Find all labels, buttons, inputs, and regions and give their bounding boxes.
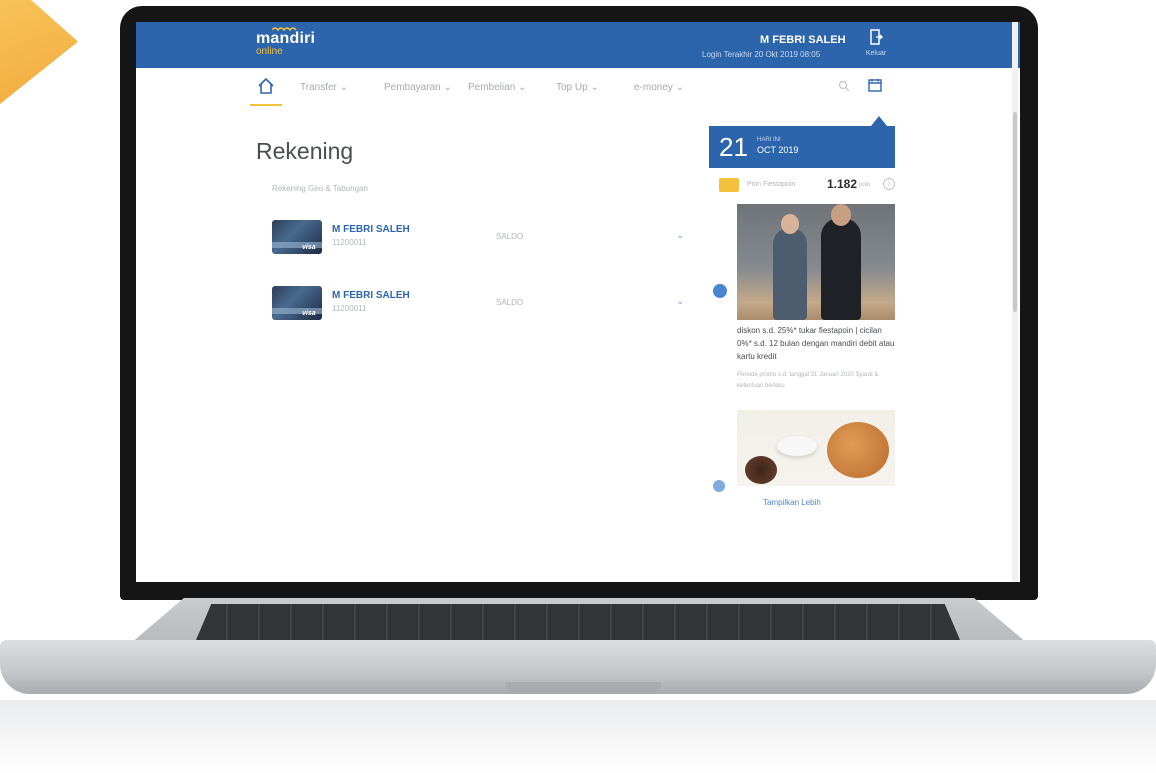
page-title: Rekening: [256, 138, 354, 164]
logout-label: Keluar: [865, 50, 887, 57]
calendar-icon[interactable]: [868, 78, 882, 92]
promo-figure-head: [781, 214, 799, 234]
card-brand: visa: [302, 244, 316, 251]
logo-waves-icon: [272, 27, 297, 32]
laptop-notch: [505, 682, 661, 692]
promo-text[interactable]: diskon s.d. 25%* tukar fiestapoin | cici…: [737, 324, 895, 363]
page-subtitle: Rekening Giro & Tabungan: [272, 184, 368, 193]
account-number: 11200011: [332, 304, 367, 313]
nav-top-up[interactable]: Top Up ⌄: [556, 82, 599, 93]
promo-figure-head: [831, 204, 851, 226]
date-day: 21: [719, 132, 748, 162]
decorative-triangle: [0, 0, 78, 104]
date-label: HARI INI: [757, 137, 781, 143]
date-month: OCT 2019: [757, 145, 799, 155]
scrollbar-thumb[interactable]: [1013, 112, 1017, 312]
nav-transfer[interactable]: Transfer ⌄: [300, 82, 348, 93]
show-more-link[interactable]: Tampilkan Lebih: [763, 498, 821, 507]
nav-pembelian[interactable]: Pembelian ⌄: [468, 82, 526, 93]
reflection: [0, 700, 1156, 773]
logout-icon: [870, 29, 883, 45]
points-badge-icon: [719, 178, 739, 192]
sidebar: 21 HARI INI OCT 2019 Poin Fiestapoin 1.1…: [709, 108, 895, 582]
points-label: Poin Fiestapoin: [747, 181, 796, 188]
chevron-down-icon[interactable]: ⌄: [676, 296, 684, 307]
home-underline: [250, 104, 282, 106]
promo-image[interactable]: [737, 410, 895, 486]
logout-button[interactable]: Keluar: [864, 29, 888, 57]
home-icon[interactable]: [256, 76, 276, 96]
card-image: visa: [272, 220, 322, 254]
chevron-down-icon[interactable]: ⌄: [676, 230, 684, 241]
account-balance: SALDO: [496, 232, 524, 241]
nav-e-money[interactable]: e-money ⌄: [634, 82, 684, 93]
points-unit: poin: [859, 182, 871, 188]
logo[interactable]: mandiri online: [256, 30, 315, 57]
last-login: Login Terakhir 20 Okt 2019 08:05: [702, 50, 821, 59]
promo-figure: [773, 228, 807, 320]
promo-food: [777, 436, 817, 456]
nav-pembayaran[interactable]: Pembayaran ⌄: [384, 82, 452, 93]
account-balance: SALDO: [496, 298, 524, 307]
screen: mandiri online M FEBRI SALEH Login Terak…: [136, 22, 1020, 582]
top-bar: mandiri online M FEBRI SALEH Login Terak…: [136, 22, 1020, 68]
points-value: 1.182: [827, 177, 858, 191]
account-row[interactable]: visa M FEBRI SALEH 11200011 SALDO ⌄: [272, 286, 692, 334]
account-row[interactable]: visa M FEBRI SALEH 11200011 SALDO ⌄: [272, 220, 692, 268]
promo-figure: [821, 218, 861, 320]
card-brand: visa: [302, 310, 316, 317]
promo-meta: Periode promo s.d. tanggal 31 Januari 20…: [737, 372, 879, 389]
account-name: M FEBRI SALEH: [332, 290, 410, 301]
account-name: M FEBRI SALEH: [332, 224, 410, 235]
carousel-prev-icon[interactable]: [713, 284, 727, 298]
card-image: visa: [272, 286, 322, 320]
main-nav: Transfer ⌄ Pembayaran ⌄ Pembelian ⌄ Top …: [136, 68, 1020, 108]
laptop-keyboard: [196, 604, 960, 640]
account-number: 11200011: [332, 238, 367, 247]
search-icon[interactable]: [838, 80, 850, 92]
points-row: Poin Fiestapoin 1.182 poin i: [719, 176, 895, 194]
date-box: 21 HARI INI OCT 2019: [709, 116, 895, 168]
user-name: M FEBRI SALEH: [760, 34, 846, 46]
info-icon[interactable]: i: [883, 178, 895, 190]
carousel-next-icon[interactable]: [713, 480, 725, 492]
promo-image[interactable]: [737, 204, 895, 320]
promo-food: [745, 456, 777, 484]
promo-food: [827, 422, 889, 478]
stage: mandiri online M FEBRI SALEH Login Terak…: [0, 0, 1156, 773]
